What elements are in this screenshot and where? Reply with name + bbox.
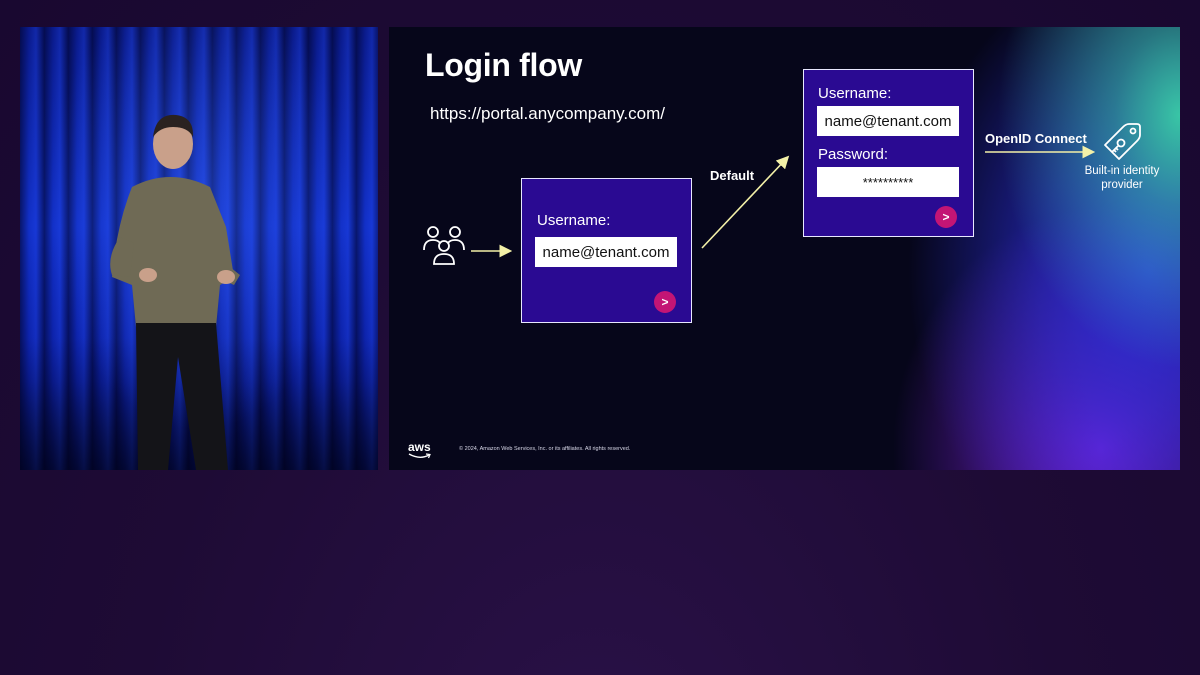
username-field[interactable]: name@tenant.com [817, 106, 959, 136]
aws-smile-icon [408, 453, 431, 459]
speaker-figure [110, 114, 240, 470]
password-field[interactable]: ********** [817, 167, 959, 197]
password-label: Password: [818, 146, 889, 163]
default-route-label: Default [710, 168, 755, 183]
users-group-icon [423, 226, 465, 265]
sign-in-button[interactable]: > [935, 206, 957, 228]
speaker-video [20, 27, 378, 470]
slide-title: Login flow [425, 47, 582, 83]
username-label: Username: [818, 85, 892, 102]
username-field[interactable]: name@tenant.com [535, 237, 677, 267]
idp-label: Built-in identity provider [1084, 165, 1160, 191]
openid-connect-label: OpenID Connect [985, 131, 1087, 146]
username-login-box: Username: name@tenant.com > [521, 178, 692, 323]
key-tag-icon [1104, 123, 1141, 160]
flow-arrows [471, 145, 1096, 258]
username-label: Username: [537, 212, 611, 229]
next-button[interactable]: > [654, 291, 676, 313]
portal-url: https://portal.anycompany.com/ [430, 104, 665, 123]
stage-background: Login flow https://portal.anycompany.com… [0, 0, 1200, 675]
credentials-login-box: Username: name@tenant.com Password: ****… [803, 69, 974, 237]
copyright-text: © 2024, Amazon Web Services, Inc. or its… [459, 446, 631, 452]
presentation-slide: Login flow https://portal.anycompany.com… [389, 27, 1180, 470]
